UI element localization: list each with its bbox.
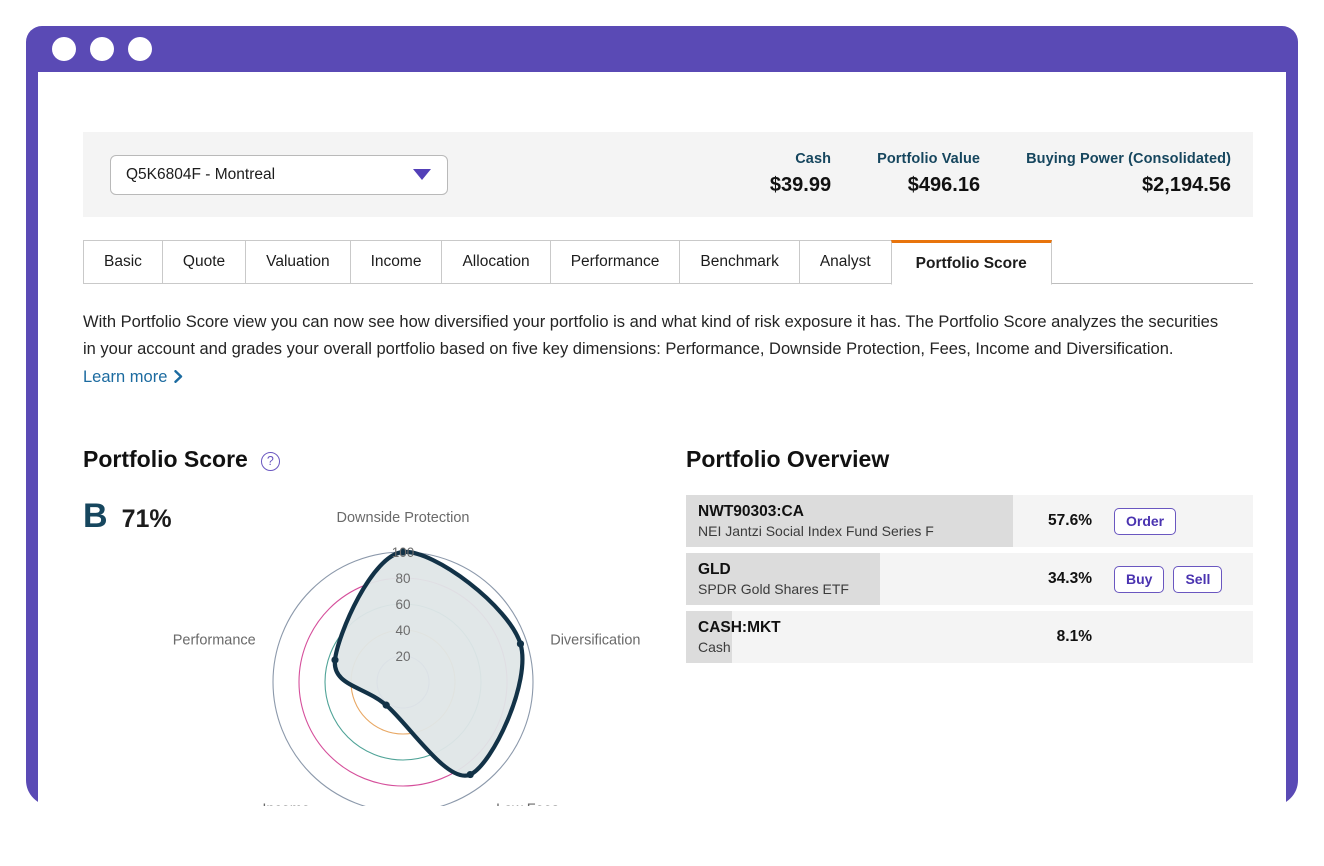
description-line-1: With Portfolio Score view you can now se…	[83, 309, 1255, 336]
buy-button[interactable]: Buy	[1114, 566, 1164, 593]
holding-name: Cash	[698, 638, 1006, 656]
radar-axis-label-income: Income	[262, 802, 310, 806]
holding-actions: Order	[1114, 508, 1176, 535]
page-viewport: Q5K6804F - Montreal Cash $39.99 Portfoli…	[38, 72, 1286, 806]
learn-more-label: Learn more	[83, 364, 167, 391]
tab-income[interactable]: Income	[350, 240, 442, 284]
account-select-value: Q5K6804F - Montreal	[126, 166, 413, 184]
order-button[interactable]: Order	[1114, 508, 1176, 535]
holding-symbol: GLD	[698, 560, 1006, 580]
radar-axis-label-diversification: Diversification	[550, 632, 640, 648]
holding-percent: 34.3%	[1006, 570, 1092, 588]
learn-more-link[interactable]: Learn more	[83, 364, 183, 391]
browser-window: Q5K6804F - Montreal Cash $39.99 Portfoli…	[26, 26, 1298, 806]
browser-titlebar	[26, 26, 1298, 72]
summary-value: $39.99	[770, 171, 831, 200]
summary-label: Portfolio Value	[877, 149, 980, 171]
summary-value: $496.16	[877, 171, 980, 200]
summary-label: Cash	[770, 149, 831, 171]
holding-name: NEI Jantzi Social Index Fund Series F	[698, 522, 1006, 540]
maximize-dot[interactable]	[128, 37, 152, 61]
description-line-2: in your account and grades your overall …	[83, 336, 1255, 363]
portfolio-score-radar-chart: 20 40 60 80 100 Downside Protection Diversific…	[123, 504, 683, 806]
holding-percent: 57.6%	[1006, 512, 1092, 530]
radar-point-3	[383, 702, 390, 709]
radar-axis-label-performance: Performance	[173, 632, 256, 648]
holding-symbol: CASH:MKT	[698, 618, 1006, 638]
holding-actions: Buy Sell	[1114, 566, 1222, 593]
radar-point-1	[517, 640, 524, 647]
summary-item-portfolio-value: Portfolio Value $496.16	[831, 149, 980, 200]
radar-tick-label-60: 60	[395, 597, 410, 612]
close-dot[interactable]	[52, 37, 76, 61]
chevron-right-icon	[174, 370, 183, 386]
radar-tick-label-100: 100	[392, 545, 415, 560]
summary-item-cash: Cash $39.99	[724, 149, 831, 200]
holding-text: CASH:MKT Cash	[686, 618, 1006, 657]
holding-row[interactable]: NWT90303:CA NEI Jantzi Social Index Fund…	[686, 495, 1253, 547]
radar-point-2	[467, 771, 474, 778]
portfolio-overview-list: NWT90303:CA NEI Jantzi Social Index Fund…	[686, 495, 1253, 669]
portfolio-score-heading: Portfolio Score ?	[83, 446, 280, 473]
radar-svg: 20 40 60 80 100 Downside Protection Diversific…	[123, 504, 683, 806]
account-summary: Cash $39.99 Portfolio Value $496.16 Buyi…	[724, 149, 1231, 200]
holding-symbol: NWT90303:CA	[698, 502, 1006, 522]
radar-tick-label-40: 40	[395, 623, 410, 638]
help-icon[interactable]: ?	[261, 452, 280, 471]
tab-basic[interactable]: Basic	[83, 240, 162, 284]
account-header: Q5K6804F - Montreal Cash $39.99 Portfoli…	[83, 132, 1253, 217]
tab-valuation[interactable]: Valuation	[245, 240, 349, 284]
portfolio-score-title: Portfolio Score	[83, 446, 248, 473]
tab-portfolio-score[interactable]: Portfolio Score	[891, 240, 1052, 285]
minimize-dot[interactable]	[90, 37, 114, 61]
holding-percent: 8.1%	[1006, 628, 1092, 646]
tab-benchmark[interactable]: Benchmark	[679, 240, 798, 284]
holding-row[interactable]: CASH:MKT Cash 8.1%	[686, 611, 1253, 663]
tab-bar: Basic Quote Valuation Income Allocation …	[83, 240, 1253, 284]
summary-item-buying-power: Buying Power (Consolidated) $2,194.56	[980, 149, 1231, 200]
sell-button[interactable]: Sell	[1173, 566, 1222, 593]
account-select[interactable]: Q5K6804F - Montreal	[110, 155, 448, 195]
radar-tick-label-20: 20	[395, 649, 410, 664]
chevron-down-icon	[413, 169, 431, 180]
tab-performance[interactable]: Performance	[550, 240, 680, 284]
summary-label: Buying Power (Consolidated)	[1026, 149, 1231, 171]
tab-allocation[interactable]: Allocation	[441, 240, 549, 284]
holding-row[interactable]: GLD SPDR Gold Shares ETF 34.3% Buy Sell	[686, 553, 1253, 605]
holding-name: SPDR Gold Shares ETF	[698, 580, 1006, 598]
summary-value: $2,194.56	[1026, 171, 1231, 200]
description-block: With Portfolio Score view you can now se…	[83, 309, 1255, 391]
tab-analyst[interactable]: Analyst	[799, 240, 891, 284]
portfolio-overview-heading: Portfolio Overview	[686, 446, 889, 473]
holding-text: NWT90303:CA NEI Jantzi Social Index Fund…	[686, 502, 1006, 541]
holding-text: GLD SPDR Gold Shares ETF	[686, 560, 1006, 599]
radar-tick-label-80: 80	[395, 571, 410, 586]
tab-quote[interactable]: Quote	[162, 240, 245, 284]
radar-axis-label-low-fees: Low Fees	[496, 802, 559, 806]
radar-point-4	[331, 656, 338, 663]
grade-letter: B	[83, 497, 108, 536]
radar-axis-label-downside-protection: Downside Protection	[337, 510, 470, 526]
